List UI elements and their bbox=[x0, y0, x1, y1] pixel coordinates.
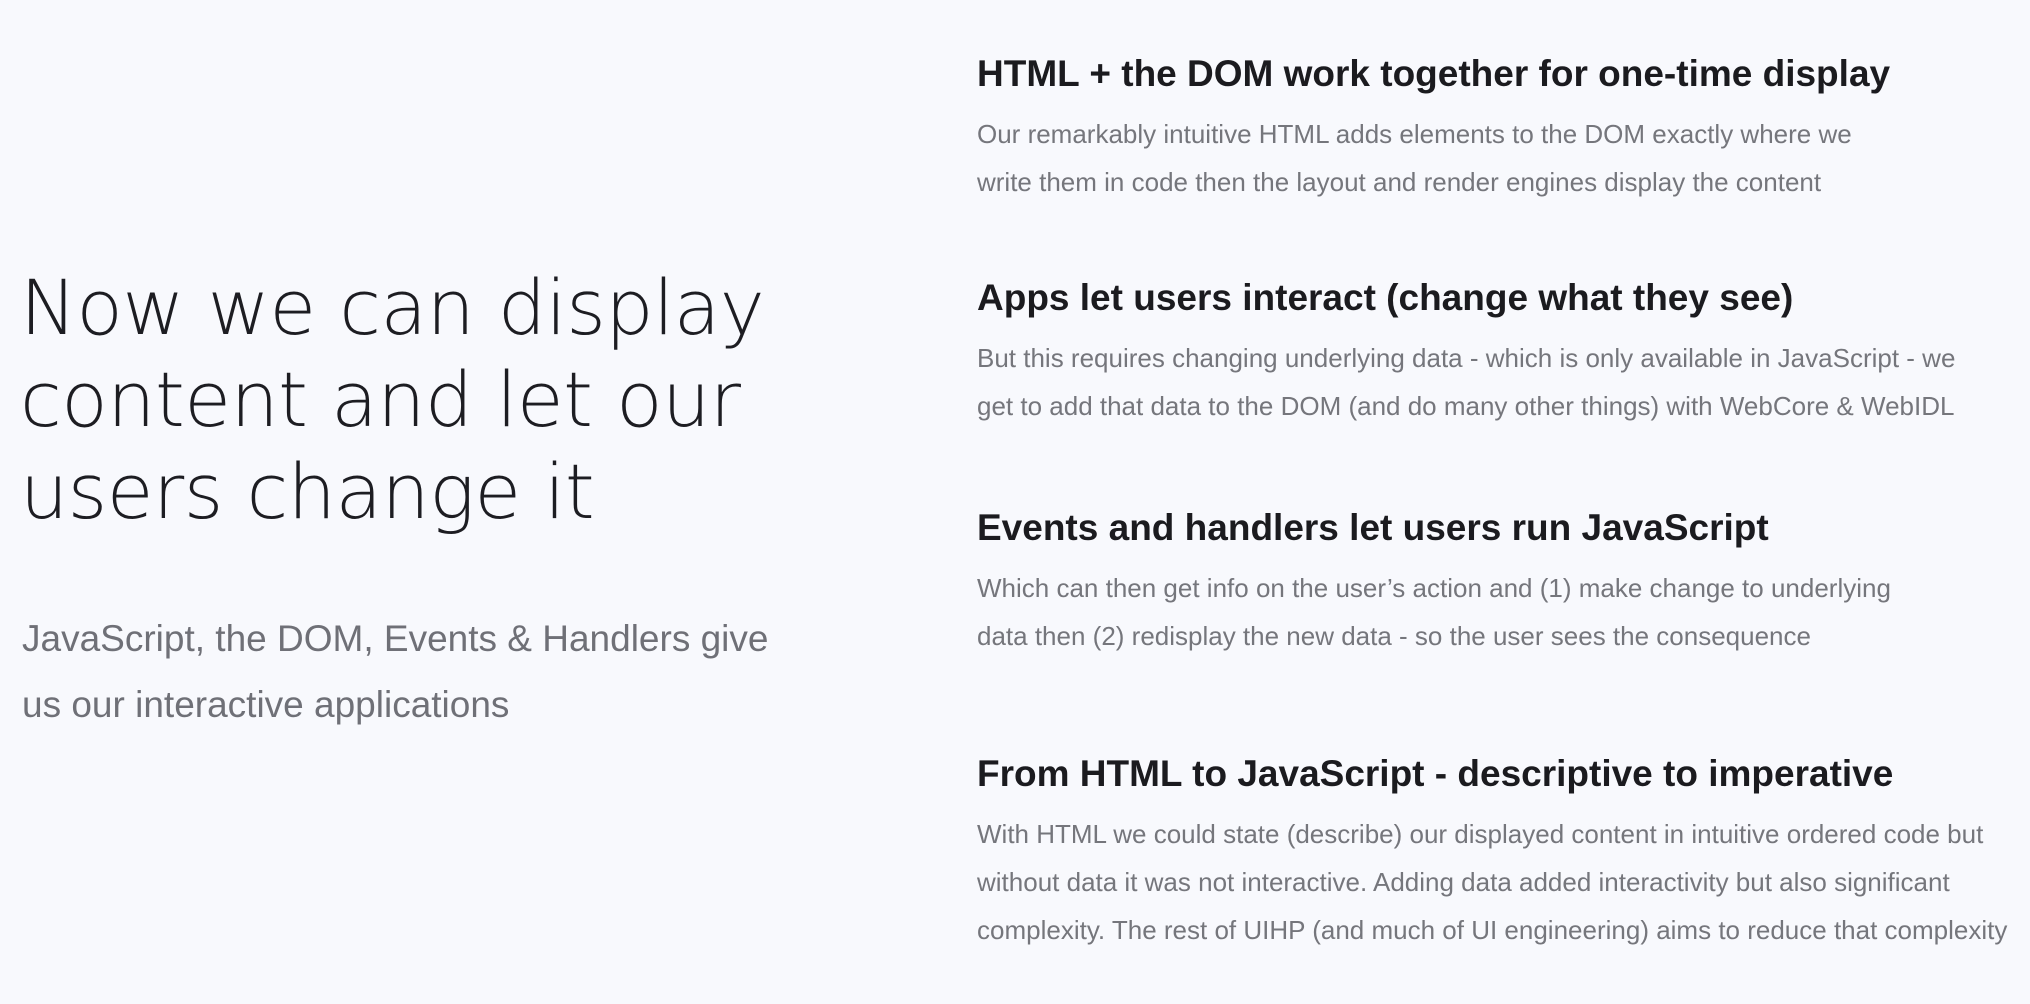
point-heading: HTML + the DOM work together for one-tim… bbox=[977, 53, 1891, 94]
point-heading: Apps let users interact (change what the… bbox=[977, 277, 1794, 318]
point-body: With HTML we could state (describe) our … bbox=[977, 819, 2008, 945]
point-item: Events and handlers let users run JavaSc… bbox=[977, 506, 2022, 660]
page-subtitle: JavaScript, the DOM, Events & Handlers g… bbox=[22, 618, 769, 725]
point-item: Apps let users interact (change what the… bbox=[977, 276, 2022, 430]
point-body: But this requires changing underlying da… bbox=[977, 343, 1956, 421]
point-heading: Events and handlers let users run JavaSc… bbox=[977, 507, 1769, 548]
page-title: Now we can display content and let our u… bbox=[20, 263, 765, 536]
point-heading: From HTML to JavaScript - descriptive to… bbox=[977, 753, 1894, 794]
point-item: From HTML to JavaScript - descriptive to… bbox=[977, 752, 2022, 954]
point-body: Our remarkably intuitive HTML adds eleme… bbox=[977, 119, 1852, 197]
point-body: Which can then get info on the user’s ac… bbox=[977, 573, 1891, 651]
point-item: HTML + the DOM work together for one-tim… bbox=[977, 52, 2022, 206]
